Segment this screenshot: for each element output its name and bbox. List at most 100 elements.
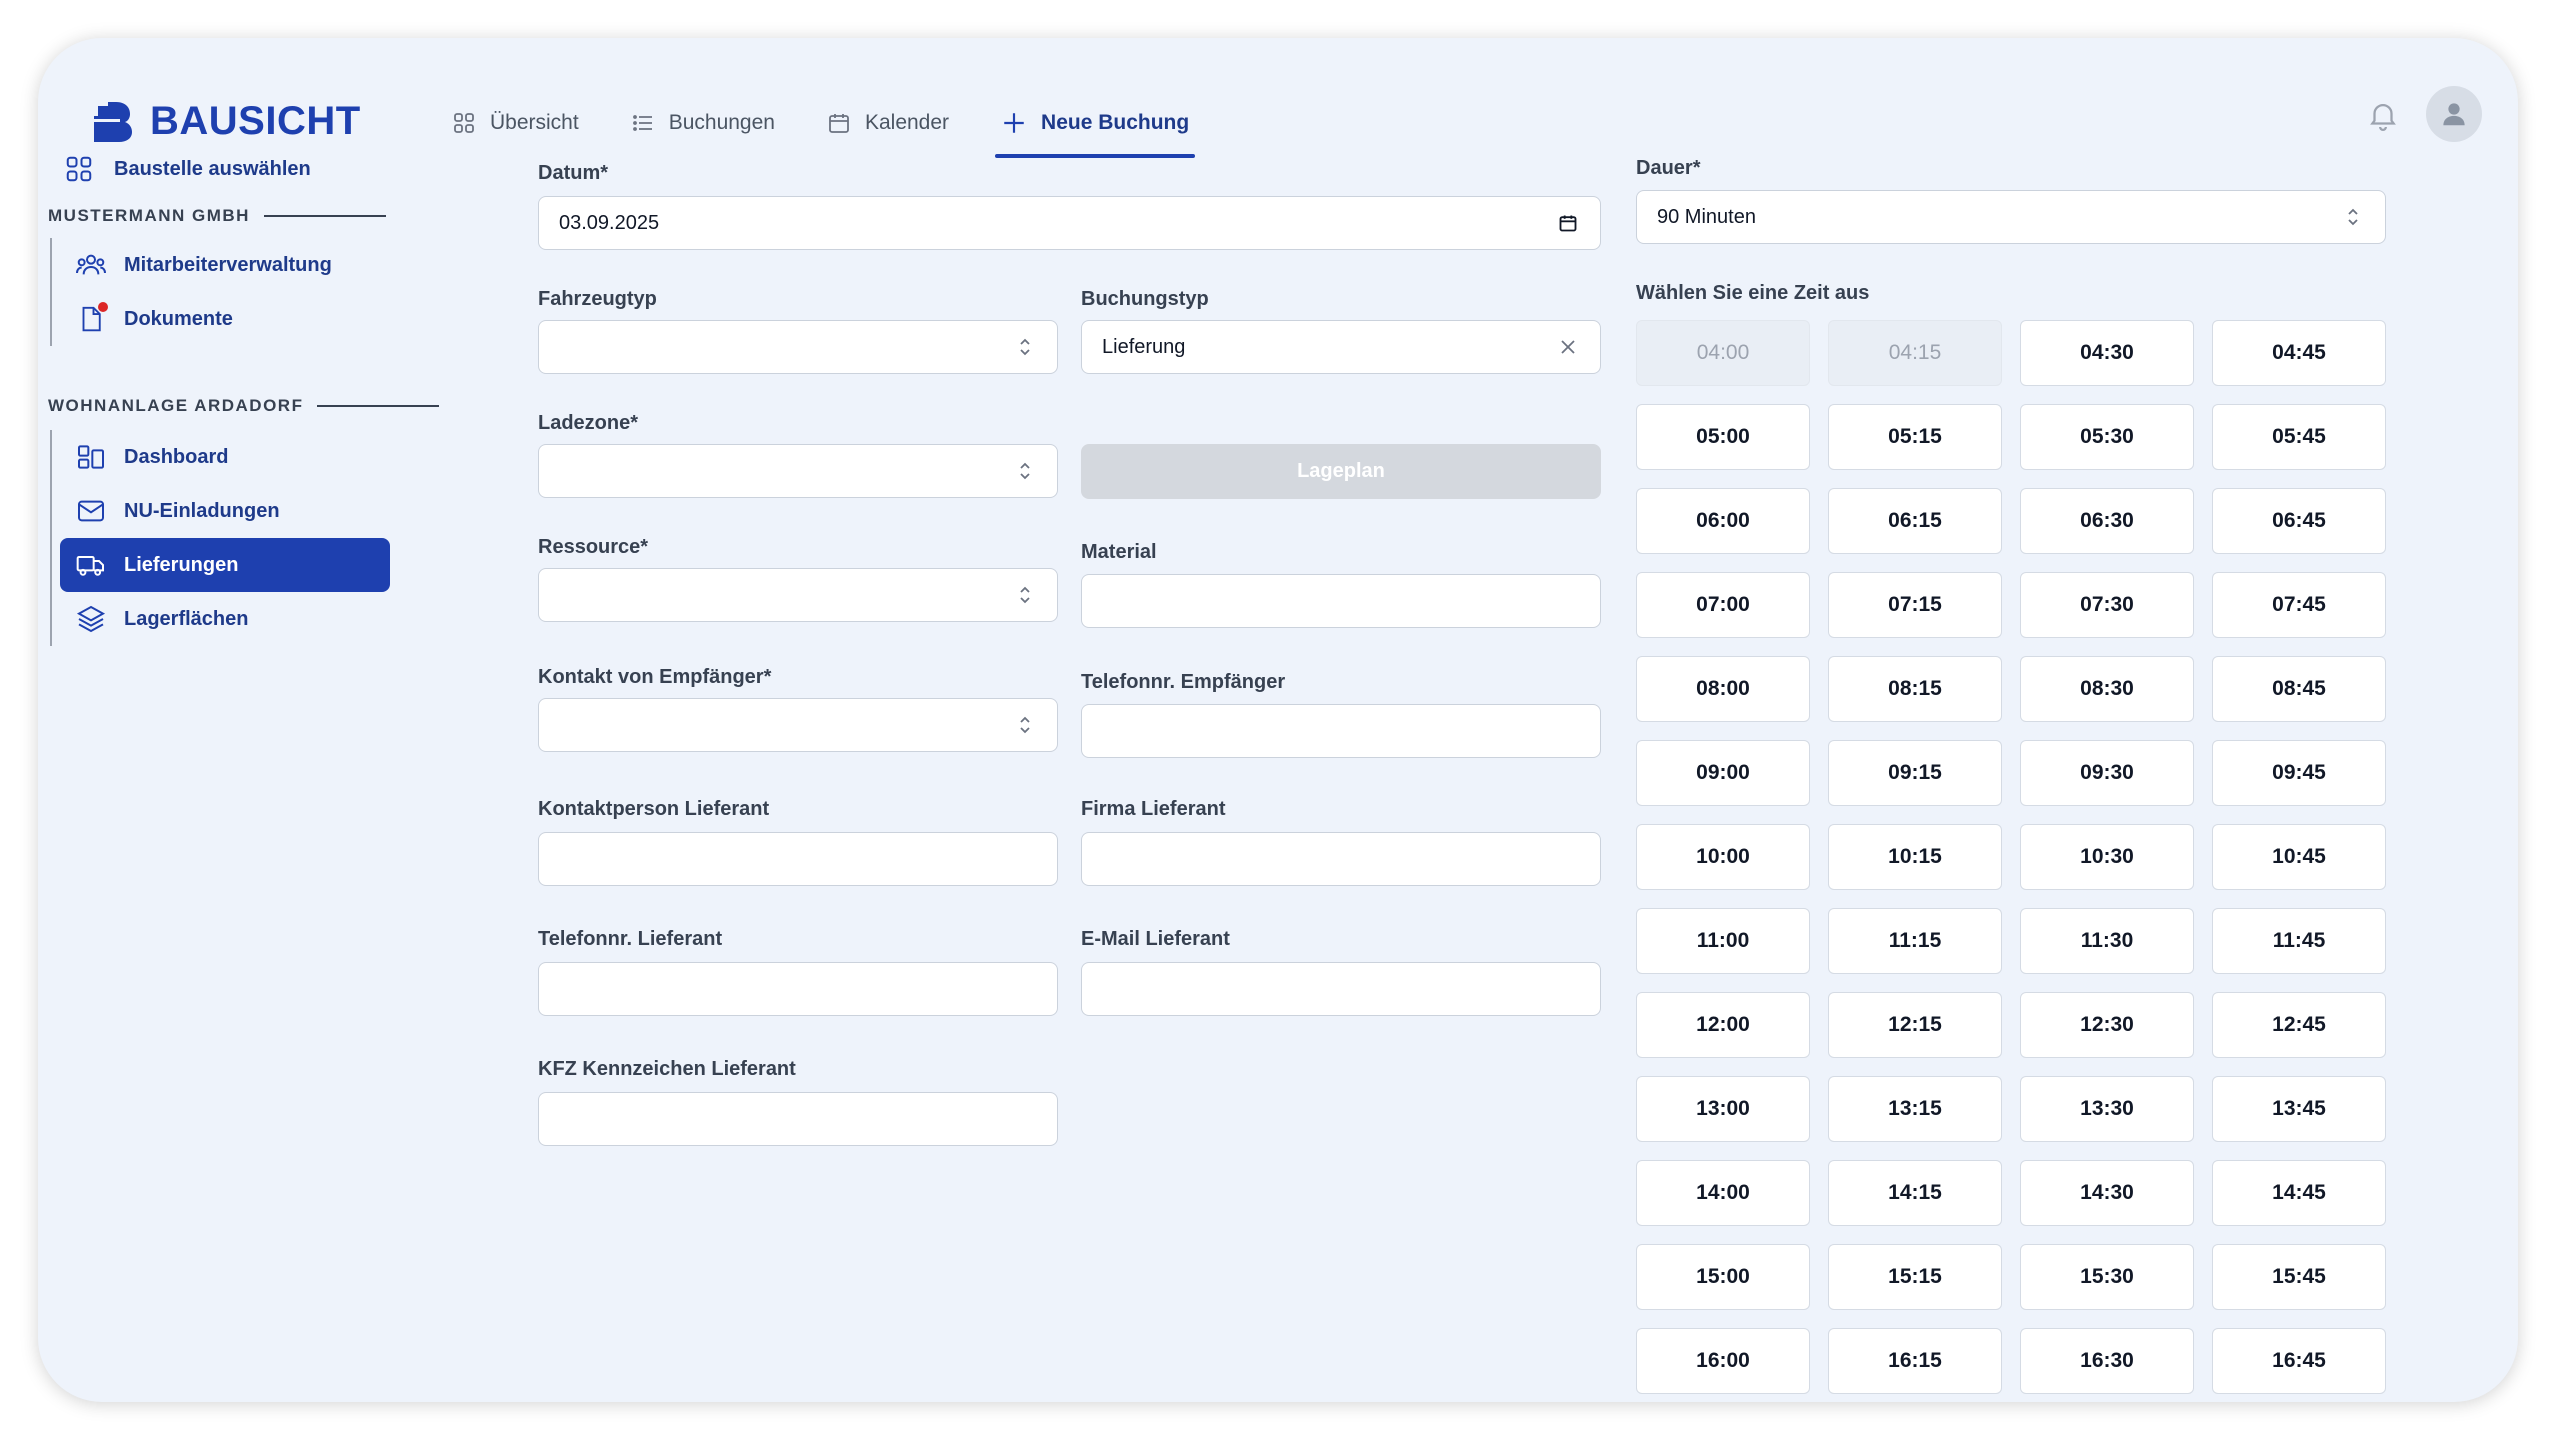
time-slot-button[interactable]: 10:45 <box>2212 824 2386 890</box>
time-slot-button[interactable]: 07:30 <box>2020 572 2194 638</box>
time-slot-button[interactable]: 13:30 <box>2020 1076 2194 1142</box>
time-slot-button[interactable]: 08:00 <box>1636 656 1810 722</box>
time-slot-button[interactable]: 04:45 <box>2212 320 2386 386</box>
duration-select[interactable]: 90 Minuten <box>1636 190 2386 244</box>
time-slot-button[interactable]: 10:00 <box>1636 824 1810 890</box>
time-slot-button[interactable]: 05:00 <box>1636 404 1810 470</box>
supplier-company-input[interactable] <box>1081 832 1601 886</box>
sidebar-item-nu-einladungen[interactable]: NU-Einladungen <box>60 484 390 538</box>
time-slot-button[interactable]: 13:45 <box>2212 1076 2386 1142</box>
section-title: WOHNANLAGE ARDADORF <box>48 396 304 415</box>
tab-buchungen[interactable]: Buchungen <box>625 88 781 158</box>
time-slot-button[interactable]: 11:00 <box>1636 908 1810 974</box>
resource-select[interactable] <box>538 568 1058 622</box>
time-slot-button[interactable]: 08:30 <box>2020 656 2194 722</box>
time-slot-button[interactable]: 09:00 <box>1636 740 1810 806</box>
notification-badge <box>98 302 108 312</box>
bell-icon[interactable] <box>2366 98 2400 132</box>
clear-icon[interactable] <box>1556 335 1580 359</box>
time-slot-button[interactable]: 15:30 <box>2020 1244 2194 1310</box>
time-slot-button[interactable]: 12:00 <box>1636 992 1810 1058</box>
time-slot-button[interactable]: 05:30 <box>2020 404 2194 470</box>
time-slot-button[interactable]: 15:15 <box>1828 1244 2002 1310</box>
time-slot-button[interactable]: 15:45 <box>2212 1244 2386 1310</box>
document-icon <box>74 302 108 336</box>
recipient-contact-select[interactable] <box>538 698 1058 752</box>
telefon-lieferant-label: Telefonnr. Lieferant <box>538 928 723 950</box>
sidebar-item-mitarbeiterverwaltung[interactable]: Mitarbeiterverwaltung <box>60 238 390 292</box>
time-slot-button[interactable]: 14:45 <box>2212 1160 2386 1226</box>
time-slot-button[interactable]: 05:15 <box>1828 404 2002 470</box>
time-slot-button[interactable]: 08:15 <box>1828 656 2002 722</box>
time-slot-button[interactable]: 05:45 <box>2212 404 2386 470</box>
time-slot-button[interactable]: 13:00 <box>1636 1076 1810 1142</box>
sidebar-item-dokumente[interactable]: Dokumente <box>60 292 390 346</box>
tab-label: Übersicht <box>490 111 579 134</box>
time-slot-button[interactable]: 16:15 <box>1828 1328 2002 1394</box>
time-slot-grid: 04:00 04:15 04:30 04:45 05:00 05:15 05:30 05:45… <box>1636 320 2386 1394</box>
time-slot-button[interactable]: 16:30 <box>2020 1328 2194 1394</box>
time-slot-button[interactable]: 13:15 <box>1828 1076 2002 1142</box>
time-slot-button[interactable]: 07:00 <box>1636 572 1810 638</box>
section-title: MUSTERMANN GMBH <box>48 206 250 225</box>
time-slot-button[interactable]: 06:30 <box>2020 488 2194 554</box>
time-slot-button[interactable]: 07:45 <box>2212 572 2386 638</box>
date-input[interactable]: 03.09.2025 <box>538 196 1601 250</box>
tab-uebersicht[interactable]: Übersicht <box>446 88 585 158</box>
time-slot-button[interactable]: 12:15 <box>1828 992 2002 1058</box>
time-slot-button[interactable]: 08:45 <box>2212 656 2386 722</box>
time-slot-button[interactable]: 11:15 <box>1828 908 2002 974</box>
supplier-email-input[interactable] <box>1081 962 1601 1016</box>
time-slot-button[interactable]: 09:15 <box>1828 740 2002 806</box>
avatar[interactable] <box>2426 86 2482 142</box>
time-slot-button[interactable]: 14:00 <box>1636 1160 1810 1226</box>
time-slot-button[interactable]: 06:45 <box>2212 488 2386 554</box>
time-slot-button[interactable]: 16:00 <box>1636 1328 1810 1394</box>
sidebar-item-lieferungen[interactable]: Lieferungen <box>60 538 390 592</box>
time-slot-button[interactable]: 09:30 <box>2020 740 2194 806</box>
time-slot-button[interactable]: 14:15 <box>1828 1160 2002 1226</box>
time-slot-button[interactable]: 12:45 <box>2212 992 2386 1058</box>
brand-logo[interactable]: BAUSICHT <box>90 98 361 144</box>
license-plate-input[interactable] <box>538 1092 1058 1146</box>
divider <box>317 405 440 407</box>
time-slot-button[interactable]: 11:45 <box>2212 908 2386 974</box>
users-icon <box>74 248 108 282</box>
time-slot-button[interactable]: 14:30 <box>2020 1160 2194 1226</box>
mail-icon <box>74 494 108 528</box>
supplier-contact-input[interactable] <box>538 832 1058 886</box>
time-slot-button[interactable]: 06:15 <box>1828 488 2002 554</box>
time-slot-button[interactable]: 10:30 <box>2020 824 2194 890</box>
truck-icon <box>74 548 108 582</box>
loading-zone-select[interactable] <box>538 444 1058 498</box>
divider <box>263 215 386 217</box>
sidebar-item-lagerflaechen[interactable]: Lagerflächen <box>60 592 390 646</box>
time-slot-button[interactable]: 15:00 <box>1636 1244 1810 1310</box>
time-slot-button[interactable]: 12:30 <box>2020 992 2194 1058</box>
time-slot-button[interactable]: 11:30 <box>2020 908 2194 974</box>
kfz-kennzeichen-label: KFZ Kennzeichen Lieferant <box>538 1058 796 1080</box>
time-slot-button[interactable]: 07:15 <box>1828 572 2002 638</box>
tab-kalender[interactable]: Kalender <box>821 88 955 158</box>
tab-neue-buchung[interactable]: Neue Buchung <box>995 88 1196 158</box>
user-icon <box>2443 103 2465 126</box>
ressource-label: Ressource* <box>538 536 649 558</box>
supplier-phone-input[interactable] <box>538 962 1058 1016</box>
calendar-icon[interactable] <box>1556 211 1580 235</box>
recipient-phone-input[interactable] <box>1081 704 1601 758</box>
time-slot-button[interactable]: 04:30 <box>2020 320 2194 386</box>
site-plan-button[interactable]: Lageplan <box>1081 444 1601 499</box>
select-site-link[interactable]: Baustelle auswählen <box>56 146 319 192</box>
time-slot-button[interactable]: 16:45 <box>2212 1328 2386 1394</box>
time-slot-button[interactable]: 06:00 <box>1636 488 1810 554</box>
sidebar-item-dashboard[interactable]: Dashboard <box>60 430 390 484</box>
kontakt-empfaenger-label: Kontakt von Empfänger* <box>538 666 772 688</box>
time-slot-button[interactable]: 10:15 <box>1828 824 2002 890</box>
time-slot-button[interactable]: 09:45 <box>2212 740 2386 806</box>
vehicle-type-select[interactable] <box>538 320 1058 374</box>
sidebar-item-label: Dokumente <box>124 307 233 330</box>
chevron-updown-icon <box>1013 583 1037 607</box>
material-input[interactable] <box>1081 574 1601 628</box>
chevron-updown-icon <box>2341 205 2365 229</box>
booking-type-select[interactable]: Lieferung <box>1081 320 1601 374</box>
